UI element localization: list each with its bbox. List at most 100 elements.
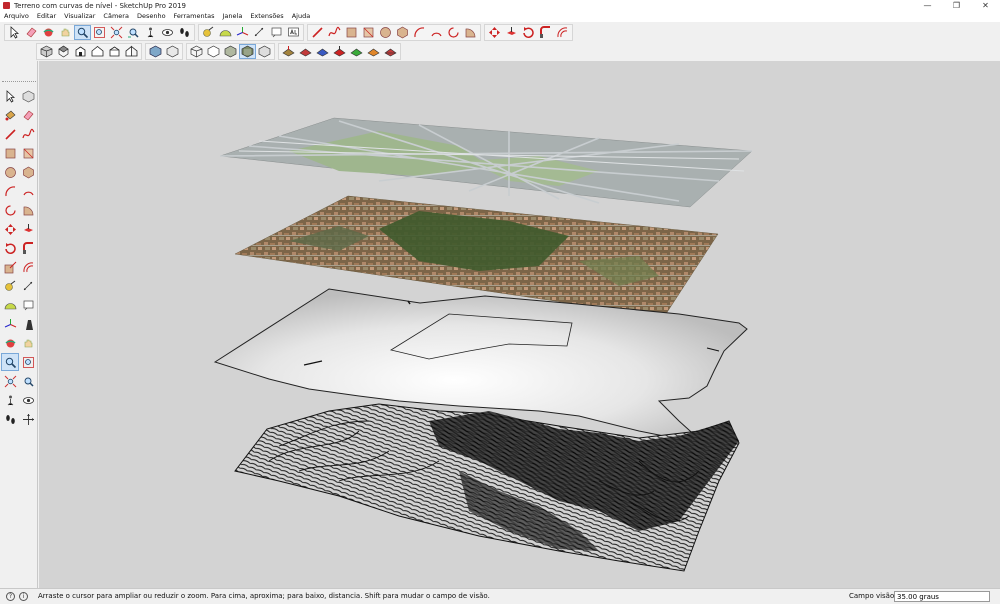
zoom-window-icon[interactable] [19,353,37,371]
sandbox-smoove-icon[interactable] [314,44,331,59]
scale-icon[interactable] [1,258,19,276]
rotate-icon[interactable] [520,25,537,40]
rotated-rectangle-icon[interactable] [19,144,37,162]
xray-icon[interactable] [147,44,164,59]
offset-icon[interactable] [554,25,571,40]
model-viewport[interactable] [39,61,1000,588]
3d-text-icon[interactable] [285,25,302,40]
position-camera-icon[interactable] [142,25,159,40]
walk-icon[interactable] [176,25,193,40]
menu-ferramentas[interactable]: Ferramentas [170,11,219,22]
left-view-icon[interactable] [123,44,140,59]
previous-view-icon[interactable] [125,25,142,40]
menu-ajuda[interactable]: Ajuda [288,11,314,22]
circle-icon[interactable] [377,25,394,40]
right-view-icon[interactable] [89,44,106,59]
follow-me-icon[interactable] [537,25,554,40]
two-point-arc-icon[interactable] [428,25,445,40]
move-icon[interactable] [486,25,503,40]
arc-icon[interactable] [411,25,428,40]
sandbox-flip-edge-icon[interactable] [382,44,399,59]
select-icon[interactable] [1,87,19,105]
help-icon[interactable]: ? [6,592,15,601]
dimension-icon[interactable] [19,277,37,295]
offset-icon[interactable] [19,258,37,276]
freehand-icon[interactable] [19,125,37,143]
front-view-icon[interactable] [72,44,89,59]
protractor-icon[interactable] [1,296,19,314]
text-icon[interactable] [268,25,285,40]
text-icon[interactable] [19,296,37,314]
zoom-icon[interactable] [74,25,91,40]
three-point-arc-icon[interactable] [1,201,19,219]
pie-icon[interactable] [462,25,479,40]
freehand-icon[interactable] [326,25,343,40]
line-icon[interactable] [309,25,326,40]
close-button[interactable]: ✕ [971,0,1000,11]
rectangle-icon[interactable] [343,25,360,40]
hidden-line-icon[interactable] [205,44,222,59]
walk-icon[interactable] [1,410,19,428]
top-view-icon[interactable] [55,44,72,59]
monochrome-icon[interactable] [256,44,273,59]
menu-extensoes[interactable]: Extensões [246,11,287,22]
orbit-icon[interactable] [40,25,57,40]
three-point-arc-icon[interactable] [445,25,462,40]
circle-icon[interactable] [1,163,19,181]
menu-visualizar[interactable]: Visualizar [60,11,99,22]
iso-view-icon[interactable] [38,44,55,59]
wireframe-icon[interactable] [188,44,205,59]
menu-camera[interactable]: Câmera [99,11,133,22]
look-around-icon[interactable] [19,391,37,409]
rotate-icon[interactable] [1,239,19,257]
follow-me-icon[interactable] [19,239,37,257]
orbit-icon[interactable] [1,334,19,352]
arc-icon[interactable] [1,182,19,200]
push-pull-icon[interactable] [19,220,37,238]
make-component-icon[interactable] [19,87,37,105]
eraser-icon[interactable] [19,106,37,124]
sandbox-drape-icon[interactable] [348,44,365,59]
menu-arquivo[interactable]: Arquivo [0,11,33,22]
push-pull-icon[interactable] [503,25,520,40]
minimize-button[interactable]: — [913,0,942,11]
select-icon[interactable] [6,25,23,40]
shaded-textures-icon[interactable] [239,44,256,59]
position-camera-icon[interactable] [1,391,19,409]
paint-bucket-icon[interactable] [1,106,19,124]
previous-view-icon[interactable] [19,372,37,390]
look-around-icon[interactable] [159,25,176,40]
back-view-icon[interactable] [106,44,123,59]
eraser-icon[interactable] [23,25,40,40]
zoom-extents-icon[interactable] [1,372,19,390]
map-layer[interactable] [219,117,753,208]
tape-measure-icon[interactable] [1,277,19,295]
pie-icon[interactable] [19,201,37,219]
rectangle-icon[interactable] [1,144,19,162]
move-icon[interactable] [1,220,19,238]
polygon-icon[interactable] [19,163,37,181]
axes-icon[interactable] [234,25,251,40]
tape-measure-icon[interactable] [200,25,217,40]
zoom-extents-icon[interactable] [108,25,125,40]
sandbox-contours-icon[interactable] [280,44,297,59]
pan-icon[interactable] [57,25,74,40]
info-icon[interactable]: i [19,592,28,601]
sandbox-scratch-icon[interactable] [297,44,314,59]
two-point-arc-icon[interactable] [19,182,37,200]
protractor-icon[interactable] [217,25,234,40]
restore-button[interactable]: ❐ [942,0,971,11]
measurements-input[interactable]: 35.00 graus [894,591,990,602]
line-icon[interactable] [1,125,19,143]
rotated-rectangle-icon[interactable] [360,25,377,40]
section-plane-icon[interactable] [19,315,37,333]
axes-icon[interactable] [1,315,19,333]
zoom-icon[interactable] [1,353,19,371]
shaded-icon[interactable] [222,44,239,59]
pan-icon[interactable] [19,334,37,352]
menu-janela[interactable]: Janela [219,11,247,22]
menu-editar[interactable]: Editar [33,11,60,22]
polygon-icon[interactable] [394,25,411,40]
back-edges-icon[interactable] [164,44,181,59]
sandbox-add-detail-icon[interactable] [365,44,382,59]
